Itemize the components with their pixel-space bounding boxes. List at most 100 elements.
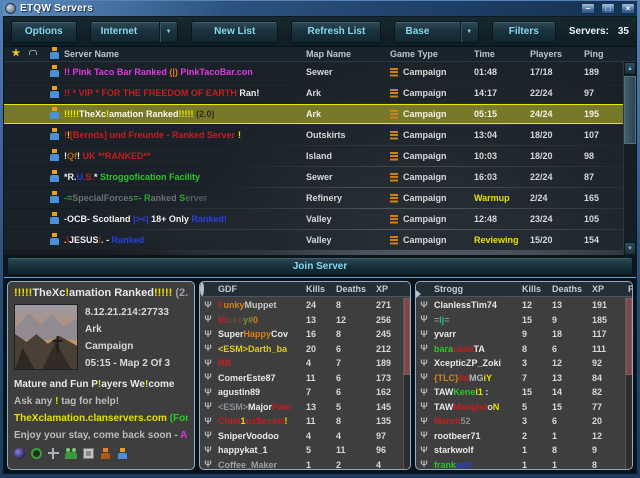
player-xp: 117 xyxy=(592,329,628,339)
player-deaths: 12 xyxy=(552,358,592,368)
gdf-column-deaths[interactable]: Deaths xyxy=(336,284,376,294)
player-row[interactable]: Ψagustin897616276 xyxy=(200,385,403,400)
player-row[interactable]: ΨClanlessTim741213191141 xyxy=(416,298,625,313)
join-server-button[interactable]: Join Server xyxy=(7,257,633,275)
player-rank-icon: Ψ xyxy=(200,431,216,440)
strogg-column-ping[interactable]: Ping xyxy=(628,284,633,294)
server-row[interactable]: *R.U.S.* Stroggofication FacilitySewerCa… xyxy=(4,167,623,187)
player-deaths: 8 xyxy=(552,445,592,455)
player-name: rootbeer71 xyxy=(432,431,522,441)
strogg-scrollbar[interactable] xyxy=(625,298,632,469)
gdf-column-kills[interactable]: Kills xyxy=(306,284,336,294)
server-players: 22/24 xyxy=(530,88,584,98)
player-name: baracadaTA xyxy=(432,344,522,354)
player-row[interactable]: ΨTAWKenei1 :15148254 xyxy=(416,385,625,400)
server-row[interactable]: !![Bernds] und Freunde - Ranked Server!!… xyxy=(4,125,623,145)
server-time: 16:03 xyxy=(474,172,530,182)
column-ping[interactable]: Ping xyxy=(584,49,623,59)
mode-dropdown[interactable]: Base ▼ xyxy=(394,21,478,43)
scroll-down-icon[interactable]: ▼ xyxy=(624,242,636,255)
strogg-column-xp[interactable]: XP xyxy=(592,284,628,294)
filters-button[interactable]: Filters xyxy=(492,21,556,43)
player-row[interactable]: ΨFunkyMuppet248271150 xyxy=(200,298,403,313)
strogg-column-kills[interactable]: Kills xyxy=(522,284,552,294)
server-row[interactable]: !Qf! UK **RANKED**IslandCampaign10:0318/… xyxy=(4,146,623,166)
player-row[interactable]: Ψyvarr91811757 xyxy=(416,327,625,342)
player-row[interactable]: ΨXcepticZP_Zoki31292392 xyxy=(416,356,625,371)
player-row[interactable]: ΨSniperVoodoo449796 xyxy=(200,429,403,444)
server-name: !! * VIP * FOR THE FREEDOM OF EARTH Ran! xyxy=(64,88,306,98)
player-row[interactable]: Ψ=Ij=15918554 xyxy=(416,313,625,328)
refresh-list-button[interactable]: Refresh List xyxy=(291,21,381,43)
player-rank-icon: Ψ xyxy=(200,359,216,368)
server-row[interactable]: !! * VIP * FOR THE FREEDOM OF EARTH Ran!… xyxy=(4,83,623,103)
player-rank-icon: Ψ xyxy=(200,315,216,324)
server-name: !!!!!TheXc!amation Ranked!!!!! (2.0) xyxy=(64,109,306,119)
server-address: 8.12.21.214:27733 xyxy=(85,304,170,321)
gdf-scrollbar[interactable] xyxy=(403,298,410,469)
server-list-header: ★ Server Name Map Name Game Type Time Pl… xyxy=(4,47,636,62)
player-row[interactable]: ΨChtel1usSessel!118135108 xyxy=(200,414,403,429)
player-kills: 11 xyxy=(306,373,336,383)
player-row[interactable]: Ψhappykat_15119697 xyxy=(200,443,403,458)
column-game-type[interactable]: Game Type xyxy=(390,49,474,59)
server-row[interactable]: !! Pink Taco Bar Ranked (|) PinkTacoBar.… xyxy=(4,62,623,82)
scrollbar-thumb[interactable] xyxy=(624,76,636,144)
player-row[interactable]: Ψ<ESM>MajorPain13514590 xyxy=(200,400,403,415)
bottom-panels: !!!!!TheXc!amation Ranked!!!!! (2.0) xyxy=(4,277,636,473)
server-game-type: Campaign xyxy=(390,235,474,245)
player-name: Mickey#0 xyxy=(216,315,306,325)
player-kills: 3 xyxy=(522,416,552,426)
chevron-down-icon[interactable]: ▼ xyxy=(159,22,177,42)
column-time[interactable]: Time xyxy=(474,49,530,59)
gdf-column-xp[interactable]: XP xyxy=(376,284,411,294)
player-row[interactable]: ΨMarsh523620108 xyxy=(416,414,625,429)
titlebar[interactable]: ETQW Servers − □ × xyxy=(3,1,637,16)
favorites-column-star-icon[interactable]: ★ xyxy=(4,49,28,59)
player-row[interactable]: ΨComerEste8711617390 xyxy=(200,371,403,386)
player-row[interactable]: ΨMickey#0131225662 xyxy=(200,313,403,328)
player-row[interactable]: ΨCoffee_Maker124179 xyxy=(200,458,403,471)
column-map-name[interactable]: Map Name xyxy=(306,49,390,59)
player-row[interactable]: ΨSuperHappyCov16824543 xyxy=(200,327,403,342)
server-list-scrollbar[interactable]: ▲ ▼ xyxy=(623,62,636,255)
player-row[interactable]: Ψfrankastl118156 xyxy=(416,458,625,471)
player-deaths: 8 xyxy=(336,329,376,339)
column-server-name[interactable]: Server Name xyxy=(64,49,306,59)
new-list-button[interactable]: New List xyxy=(191,21,278,43)
player-row[interactable]: ΨbaracadaTA8611156 xyxy=(416,342,625,357)
minimize-button[interactable]: − xyxy=(581,3,595,14)
player-name: yvarr xyxy=(432,329,522,339)
gdf-team-label: GDF xyxy=(216,284,306,294)
chevron-down-icon[interactable]: ▼ xyxy=(460,22,478,42)
strogg-column-deaths[interactable]: Deaths xyxy=(552,284,592,294)
server-row[interactable]: !!!!!TheXc!amation Ranked!!!!! (2.0)ArkC… xyxy=(4,104,623,124)
server-players: 18/20 xyxy=(530,130,584,140)
player-row[interactable]: ΨRB4718956 xyxy=(200,356,403,371)
source-dropdown[interactable]: Internet ▼ xyxy=(90,21,179,43)
maximize-button[interactable]: □ xyxy=(601,3,615,14)
server-row[interactable]: .\JESUS/. - RankedValleyCampaignReviewin… xyxy=(4,230,623,250)
strogg-scrollbar-thumb[interactable] xyxy=(626,298,632,375)
player-deaths: 7 xyxy=(336,358,376,368)
mode-dropdown-value: Base xyxy=(405,26,429,37)
column-players[interactable]: Players xyxy=(530,49,584,59)
player-row[interactable]: Ψ{TLC}IbiMGiY71384142 xyxy=(416,371,625,386)
scroll-up-icon[interactable]: ▲ xyxy=(624,62,636,75)
player-row[interactable]: ΨTAWMangiatoN5157748 xyxy=(416,400,625,415)
player-row[interactable]: Ψrootbeer71211248 xyxy=(416,429,625,444)
server-row[interactable]: -=SpecialForces=- Ranked ServerRefineryC… xyxy=(4,188,623,208)
server-name: !! Pink Taco Bar Ranked (|) PinkTacoBar.… xyxy=(64,67,306,77)
player-row[interactable]: Ψstarkwolf18976 xyxy=(416,443,625,458)
server-row[interactable]: -OCB- Scotland |><| 18+ Only Ranked!Vall… xyxy=(4,209,623,229)
gdf-scrollbar-thumb[interactable] xyxy=(404,298,410,375)
player-rank-icon: Ψ xyxy=(416,315,432,324)
close-button[interactable]: × xyxy=(621,3,635,14)
player-kills: 15 xyxy=(522,315,552,325)
player-row[interactable]: Ψ<ESM>Darth_ba20621252 xyxy=(200,342,403,357)
players-column-person-icon[interactable] xyxy=(50,47,59,59)
server-name: .\JESUS/. - Ranked xyxy=(64,235,306,245)
server-game-type: Campaign xyxy=(390,109,474,119)
options-button[interactable]: Options xyxy=(11,21,77,43)
game-type-icon xyxy=(390,215,398,224)
